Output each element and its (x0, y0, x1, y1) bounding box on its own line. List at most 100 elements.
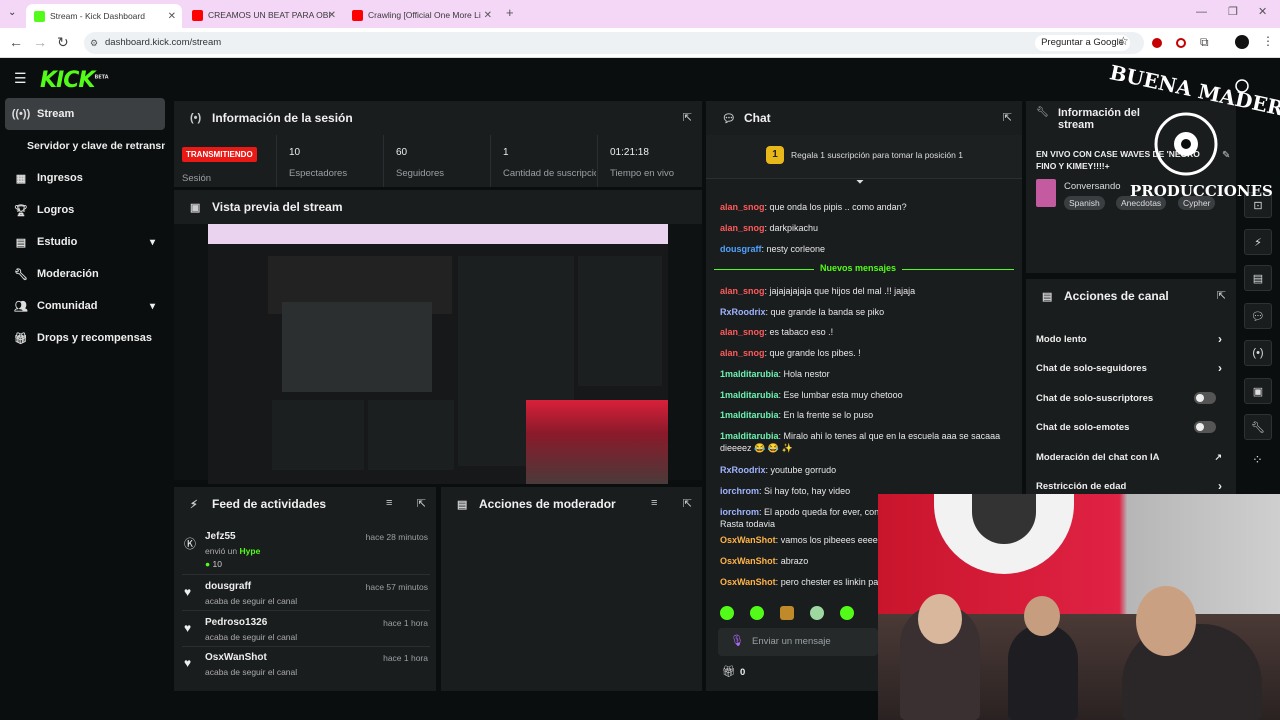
gift-box-icon[interactable]: 🎁︎ (722, 665, 736, 678)
chat-text: Si hay foto, hay video (764, 486, 851, 496)
emote-icon[interactable] (720, 606, 734, 620)
chat-username[interactable]: OsxWanShot (720, 535, 776, 545)
back-icon[interactable]: ← (9, 34, 23, 50)
sidebar-item-estudio[interactable]: ▤ Estudio ▾ (5, 226, 165, 258)
tab-youtube-beat[interactable]: CREAMOS UN BEAT PARA OBI ✕ (184, 4, 342, 26)
stream-preview-video[interactable] (208, 224, 668, 484)
close-window-icon[interactable]: ✕ (1258, 5, 1267, 18)
document-icon: ▤ (457, 498, 468, 511)
chat-username[interactable]: iorchrom (720, 507, 759, 517)
emotes-only-toggle[interactable] (1194, 421, 1216, 433)
microphone-icon[interactable]: 🎙︎ (730, 634, 744, 647)
chat-text: jajajajajaja que hijos del mal .!! jajaj… (769, 286, 916, 296)
sidebar-item-ingresos[interactable]: ▦ Ingresos (5, 162, 165, 194)
emote-icon[interactable] (750, 606, 764, 620)
tab-youtube-crawling[interactable]: Crawling [Official One More Li ✕ (344, 4, 498, 26)
tab-list-chevron-icon[interactable]: ⌄ (8, 7, 16, 18)
sidebar-item-moderacion[interactable]: 🔧︎ Moderación (5, 258, 165, 290)
extension-red-icon[interactable] (1152, 38, 1162, 48)
emote-icon[interactable] (810, 606, 824, 620)
site-info-icon[interactable]: ⚙ (90, 32, 98, 54)
expand-icon[interactable]: ⇱ (1217, 289, 1226, 302)
profile-avatar-icon[interactable] (1235, 35, 1249, 49)
close-tab-icon[interactable]: ✕ (328, 10, 336, 21)
sidebar-item-drops[interactable]: 🎁︎ Drops y recompensas (5, 322, 165, 354)
extensions-puzzle-icon[interactable]: ⧉ (1200, 35, 1209, 50)
ask-google-button[interactable]: Preguntar a Google (1035, 35, 1130, 51)
chat-username[interactable]: OsxWanShot (720, 577, 776, 587)
wrench-icon[interactable]: 🔧︎ (1244, 414, 1272, 440)
preview-icon: ▣ (190, 201, 201, 214)
scroll-down-icon[interactable]: ⏷ (856, 177, 864, 188)
chat-username[interactable]: 1malditarubia (720, 431, 779, 441)
restore-icon[interactable]: ❐ (1228, 5, 1238, 18)
overflow-menu-icon[interactable]: ⁘ (1252, 452, 1263, 468)
filter-icon[interactable]: ≡ (651, 497, 657, 509)
new-tab-icon[interactable]: + (506, 5, 514, 20)
chat-username[interactable]: alan_snog (720, 223, 765, 233)
chat-username[interactable]: 1malditarubia (720, 390, 779, 400)
hamburger-menu-icon[interactable]: ☰ (14, 70, 27, 87)
preview-feed (272, 400, 364, 470)
emote-icon[interactable] (780, 606, 794, 620)
close-tab-icon[interactable]: ✕ (484, 10, 492, 21)
sidebar-item-comunidad[interactable]: 👥︎ Comunidad ▾ (5, 290, 165, 322)
chat-username[interactable]: 1malditarubia (720, 369, 779, 379)
stat-followers: 60 Seguidores (383, 135, 489, 187)
chevron-down-icon: ▾ (149, 300, 155, 312)
channel-action-ai-moderation[interactable]: Moderación del chat con IA ↗ (1036, 443, 1226, 471)
sidebar-item-logros[interactable]: 🏆︎ Logros (5, 194, 165, 226)
filter-icon[interactable]: ≡ (386, 497, 392, 509)
tag-chip[interactable]: Spanish (1064, 196, 1105, 210)
minimize-icon[interactable]: — (1196, 6, 1207, 18)
kick-logo[interactable]: KICKBETA (40, 68, 109, 93)
close-tab-icon[interactable]: ✕ (168, 11, 176, 22)
channel-action-followers-only[interactable]: Chat de solo-seguidores › (1036, 354, 1226, 382)
broadcast-icon[interactable]: (•) (1244, 340, 1272, 366)
channel-action-emotes-only[interactable]: Chat de solo-emotes (1036, 413, 1226, 441)
gift-sub-banner[interactable]: 1 Regala 1 suscripción para tomar la pos… (706, 135, 1022, 179)
url-field[interactable]: ⚙ dashboard.kick.com/stream Preguntar a … (84, 32, 1144, 54)
channel-action-subscribers-only[interactable]: Chat de solo-suscriptores (1036, 384, 1226, 412)
feed-user[interactable]: dousgraff (205, 581, 251, 592)
bookmark-star-icon[interactable]: ☆ (1118, 34, 1129, 48)
actions-icon: ▤ (1042, 290, 1053, 303)
chat-username[interactable]: alan_snog (720, 327, 765, 337)
chat-username[interactable]: RxRoodrix (720, 465, 766, 475)
hype-amount-value: 10 (212, 559, 222, 569)
reload-icon[interactable]: ↻ (57, 34, 69, 51)
feed-user[interactable]: Pedroso1326 (205, 617, 267, 628)
browser-menu-icon[interactable]: ⋮ (1262, 34, 1274, 48)
chat-username[interactable]: alan_snog (720, 202, 765, 212)
channel-action-slow-mode[interactable]: Modo lento › (1036, 325, 1226, 353)
document-icon[interactable]: ▤ (1244, 265, 1272, 291)
panel-icon[interactable]: ▣ (1244, 378, 1272, 404)
chat-username[interactable]: alan_snog (720, 286, 765, 296)
lightning-icon[interactable]: ⚡︎ (1244, 229, 1272, 255)
chevron-down-icon: ▾ (149, 236, 155, 248)
sidebar-item-stream-key[interactable]: Servidor y clave de retransmisión (5, 130, 165, 162)
chat-input[interactable]: 🎙︎ Enviar un mensaje (718, 628, 878, 656)
channel-action-label: Moderación del chat con IA (1036, 451, 1160, 463)
expand-icon[interactable]: ⇱ (683, 497, 692, 510)
emote-icon[interactable] (840, 606, 854, 620)
feed-time: hace 57 minutos (365, 582, 428, 592)
feed-user[interactable]: Jefz55 (205, 531, 236, 542)
chat-bubble-icon[interactable]: 💬︎ (1244, 303, 1272, 329)
extension-record-icon[interactable] (1176, 38, 1186, 48)
sidebar-item-stream[interactable]: ((•)) Stream (5, 98, 165, 130)
expand-icon[interactable]: ⇱ (417, 497, 426, 510)
expand-icon[interactable]: ⇱ (1003, 111, 1012, 124)
chat-username[interactable]: alan_snog (720, 348, 765, 358)
chat-username[interactable]: OsxWanShot (720, 556, 776, 566)
url-text: dashboard.kick.com/stream (105, 37, 222, 48)
chat-username[interactable]: 1malditarubia (720, 410, 779, 420)
tab-kick-dashboard[interactable]: Stream - Kick Dashboard ✕ (26, 4, 182, 28)
feed-user[interactable]: OsxWanShot (205, 652, 267, 663)
chat-username[interactable]: RxRoodrix (720, 307, 766, 317)
chat-username[interactable]: iorchrom (720, 486, 759, 496)
subscribers-only-toggle[interactable] (1194, 392, 1216, 404)
forward-icon[interactable]: → (33, 34, 47, 50)
expand-icon[interactable]: ⇱ (683, 111, 692, 124)
chat-username[interactable]: dousgraff (720, 244, 762, 254)
